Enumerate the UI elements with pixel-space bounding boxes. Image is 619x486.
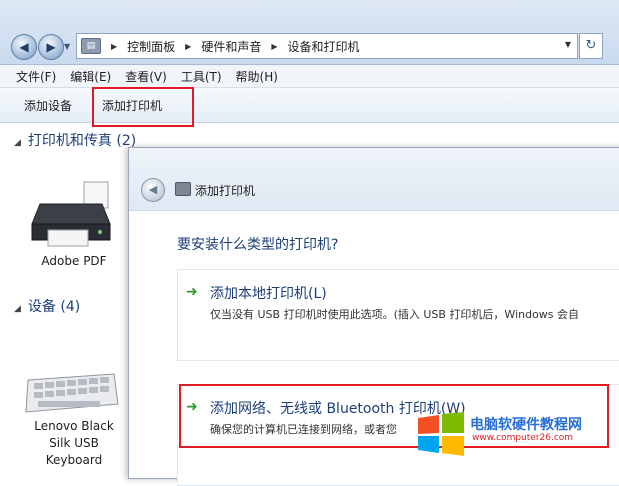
collapse-triangle-icon: ◢ — [14, 138, 21, 148]
printer-small-icon — [175, 182, 191, 196]
local-option-title: 添加本地打印机(L) — [210, 286, 327, 302]
keyboard-label-line: Silk USB — [49, 436, 99, 450]
printers-fax-group-header[interactable]: ◢ 打印机和传真 (2) — [14, 130, 136, 150]
green-arrow-icon: ➜ — [186, 284, 198, 300]
back-button[interactable]: ◀ — [11, 34, 37, 60]
adobe-pdf-label: Adobe PDF — [41, 254, 107, 268]
menu-tools[interactable]: 工具(T) — [174, 68, 229, 85]
breadcrumb-separator-icon[interactable]: ▶ — [185, 42, 191, 51]
add-local-printer-option[interactable]: ➜ 添加本地打印机(L) 仅当没有 USB 打印机时使用此选项。(插入 USB … — [177, 269, 619, 361]
watermark-text: 电脑软硬件教程网 — [470, 417, 582, 433]
breadcrumb-devices-printers[interactable]: 设备和打印机 — [288, 38, 360, 55]
menu-view[interactable]: 查看(V) — [118, 68, 174, 85]
printer-icon[interactable] — [22, 180, 118, 252]
keyboard-label-line: Lenovo Black — [34, 419, 114, 433]
forward-arrow-icon: ▶ — [46, 40, 56, 54]
add-device-button[interactable]: 添加设备 — [24, 97, 72, 114]
keyboard-label: Lenovo Black Silk USB Keyboard — [22, 418, 126, 469]
menu-edit[interactable]: 编辑(E) — [63, 68, 118, 85]
address-bar: ◀ ▶ ▼ ▤ ▶ 控制面板 ▶ 硬件和声音 ▶ 设备和打印机 ▼ ↻ — [0, 0, 619, 65]
back-arrow-icon: ◀ — [19, 40, 29, 54]
forward-button[interactable]: ▶ — [38, 34, 64, 60]
menu-help[interactable]: 帮助(H) — [229, 68, 285, 85]
devices-group-header[interactable]: ◢ 设备 (4) — [14, 296, 80, 316]
address-dropdown-icon[interactable]: ▼ — [565, 40, 571, 49]
keyboard-icon[interactable] — [22, 370, 120, 416]
dialog-title: 添加打印机 — [195, 184, 256, 198]
breadcrumb-separator-icon[interactable]: ▶ — [111, 42, 117, 51]
recent-pages-dropdown-icon[interactable]: ▼ — [64, 42, 70, 51]
menu-file[interactable]: 文件(F) — [0, 68, 63, 85]
collapse-triangle-icon: ◢ — [14, 304, 21, 314]
breadcrumb-hardware-sound[interactable]: 硬件和声音 — [201, 38, 261, 55]
control-panel-icon: ▤ — [81, 38, 101, 54]
printers-fax-heading: 打印机和传真 (2) — [27, 133, 137, 149]
breadcrumb-control-panel[interactable]: 控制面板 — [127, 38, 175, 55]
windows-logo-watermark — [418, 412, 464, 456]
back-arrow-icon: ◀ — [148, 183, 158, 196]
add-printer-highlight — [92, 87, 194, 127]
devices-heading: 设备 (4) — [27, 299, 81, 315]
menu-bar: 文件(F) 编辑(E) 查看(V) 工具(T) 帮助(H) — [0, 65, 619, 88]
refresh-icon: ↻ — [585, 38, 597, 53]
breadcrumb-separator-icon[interactable]: ▶ — [271, 42, 277, 51]
local-option-description: 仅当没有 USB 打印机时使用此选项。(插入 USB 打印机后，Windows … — [210, 308, 580, 321]
dialog-question: 要安装什么类型的打印机? — [177, 237, 339, 253]
dialog-header: ◀ 添加打印机 — [129, 148, 619, 211]
refresh-button[interactable]: ↻ — [579, 33, 603, 59]
dialog-back-button[interactable]: ◀ — [141, 178, 165, 202]
keyboard-label-line: Keyboard — [45, 453, 103, 467]
watermark-url: www.computer26.com — [472, 433, 574, 443]
breadcrumb[interactable]: ▤ ▶ 控制面板 ▶ 硬件和声音 ▶ 设备和打印机 ▼ — [76, 33, 578, 59]
